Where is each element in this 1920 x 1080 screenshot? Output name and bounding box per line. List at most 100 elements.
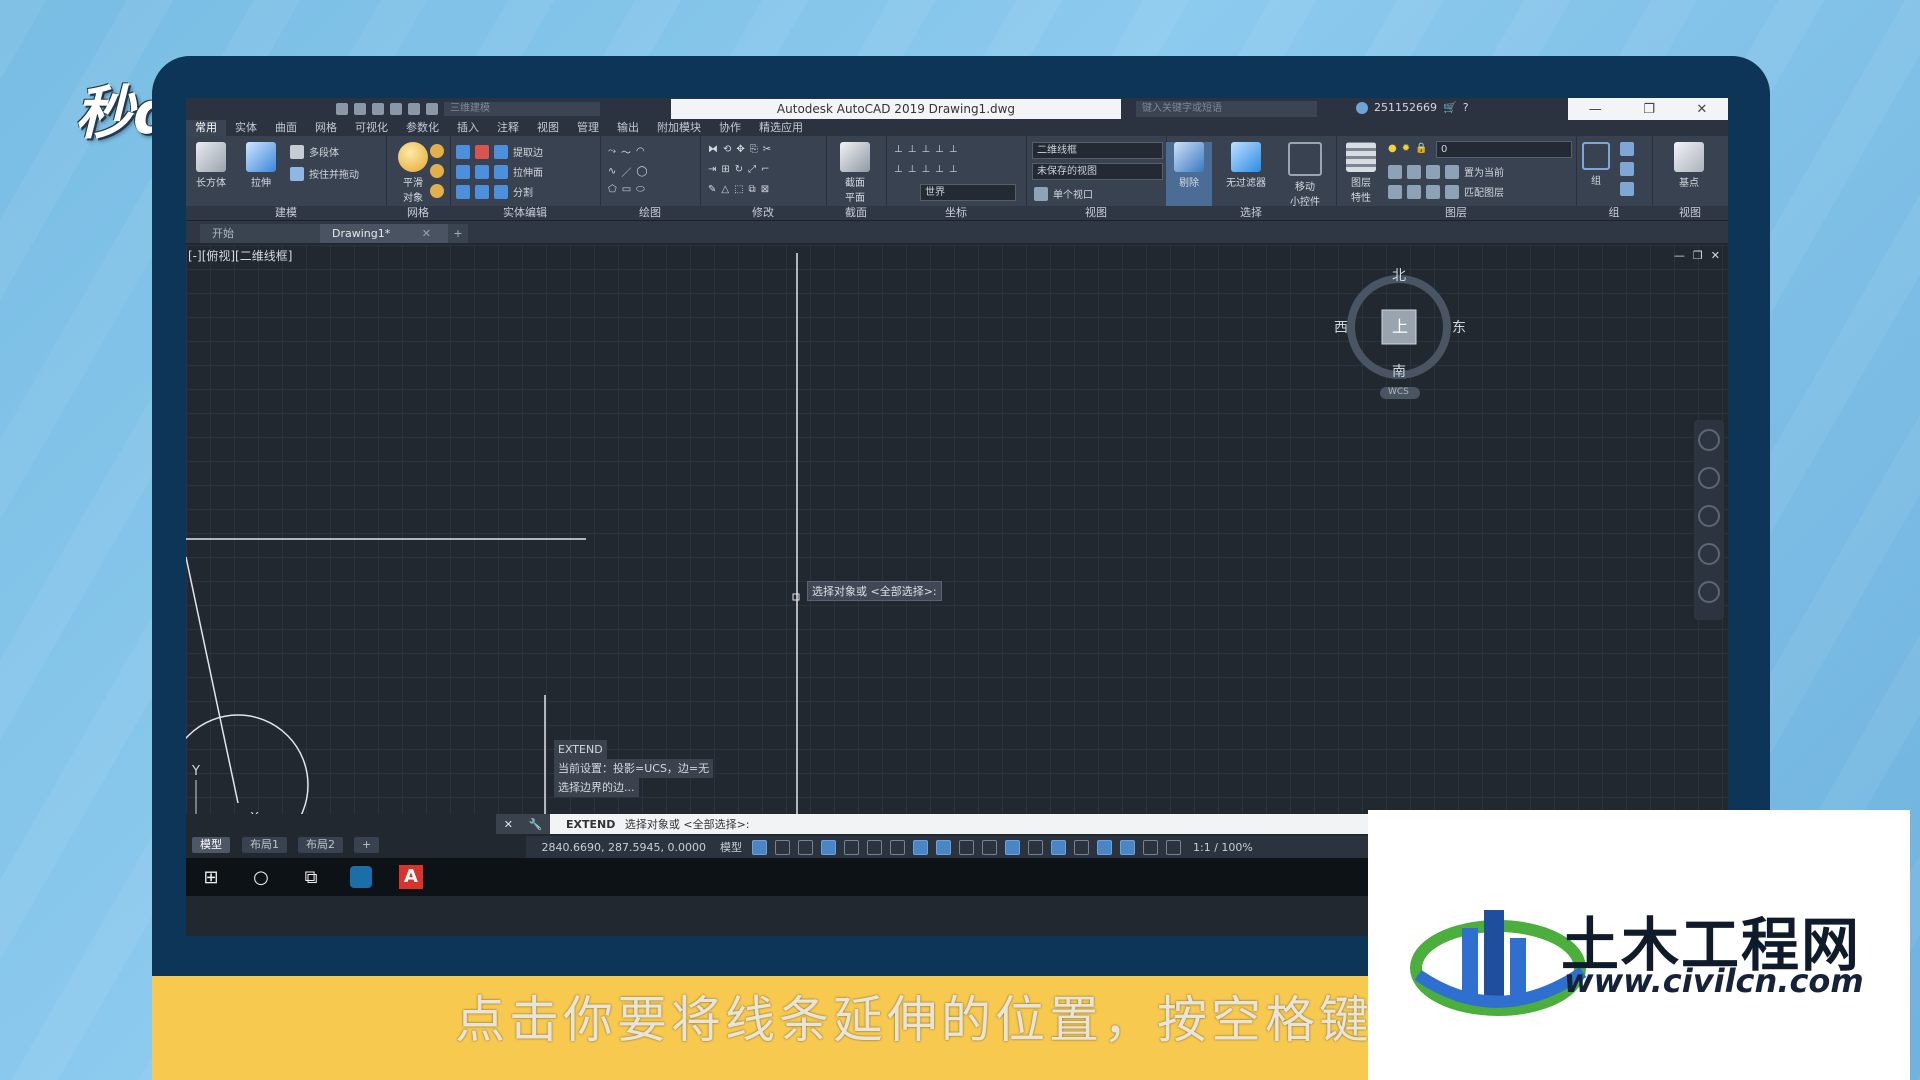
- subtract-icon[interactable]: [475, 144, 489, 159]
- wcs-menu[interactable]: WCS: [1388, 387, 1409, 397]
- close-button[interactable]: ✕: [1696, 102, 1707, 117]
- tab-close-icon[interactable]: ✕: [422, 227, 431, 240]
- layer-properties-button[interactable]: 图层 特性: [1338, 142, 1384, 204]
- viewport-config-button[interactable]: 单个视口: [1034, 186, 1093, 201]
- panel-label-section[interactable]: 截面: [826, 206, 886, 220]
- circle-icon[interactable]: ◯: [636, 166, 647, 177]
- tab-surface[interactable]: 曲面: [266, 120, 306, 136]
- ucs-world-icon[interactable]: ⊥: [908, 144, 917, 155]
- extract-edges-icon[interactable]: [494, 144, 508, 159]
- model-space-button[interactable]: 模型: [714, 839, 748, 855]
- tab-home[interactable]: 常用: [186, 120, 226, 136]
- gear-icon[interactable]: [426, 103, 438, 115]
- tab-insert[interactable]: 插入: [448, 120, 488, 136]
- ucs-z-icon[interactable]: ⊥: [921, 164, 930, 175]
- annotation-scale-value[interactable]: 1:1 / 100%: [1185, 841, 1253, 854]
- cull-button[interactable]: 剔除: [1166, 142, 1212, 206]
- panel-label-draw[interactable]: 绘图: [600, 206, 700, 220]
- layer-tool-2-icon[interactable]: [1407, 164, 1421, 179]
- ucs-y-icon[interactable]: ⊥: [908, 164, 917, 175]
- ungroup-icon[interactable]: [1620, 142, 1634, 156]
- windows-start-icon[interactable]: ⊞: [186, 858, 236, 896]
- visual-style-dropdown[interactable]: 二维线框: [1032, 142, 1163, 159]
- panel-label-mesh[interactable]: 网格: [386, 206, 450, 220]
- compass-west[interactable]: 西: [1334, 317, 1348, 337]
- rectangle-icon[interactable]: ▭: [622, 184, 631, 195]
- snap-icon[interactable]: [775, 839, 790, 855]
- tab-addins[interactable]: 附加模块: [648, 120, 710, 136]
- dynamic-input-icon[interactable]: [821, 839, 836, 855]
- base-point-button[interactable]: 基点: [1666, 142, 1712, 189]
- layer-tool-4-icon[interactable]: [1388, 184, 1402, 199]
- polyline-icon[interactable]: ⤳: [608, 146, 616, 157]
- print-icon[interactable]: [372, 103, 384, 115]
- help-icon[interactable]: ?: [1463, 101, 1469, 114]
- selection-filter-icon[interactable]: [1074, 839, 1089, 855]
- compass-north[interactable]: 北: [1392, 265, 1406, 285]
- panel-label-groups[interactable]: 组: [1576, 206, 1652, 220]
- orbit-icon[interactable]: [1698, 543, 1720, 565]
- thicken-icon[interactable]: [475, 184, 489, 199]
- close-icon[interactable]: ✕: [504, 818, 513, 831]
- 3d-osnap-icon[interactable]: [1028, 839, 1043, 855]
- group-select-icon[interactable]: [1620, 182, 1634, 196]
- tab-drawing1[interactable]: Drawing1* ✕: [320, 224, 452, 243]
- ucs-3point-icon[interactable]: ⊥: [935, 164, 944, 175]
- steering-wheel-icon[interactable]: [1698, 429, 1720, 451]
- mirror-icon[interactable]: ⧓: [708, 144, 718, 155]
- dynamic-ucs-icon[interactable]: [1051, 839, 1066, 855]
- add-layout-button[interactable]: +: [354, 837, 380, 853]
- ucs-origin-icon[interactable]: ⊥: [921, 144, 930, 155]
- move-icon[interactable]: ✥: [736, 144, 744, 155]
- layer-tool-5-icon[interactable]: [1407, 184, 1421, 199]
- tab-featured-apps[interactable]: 精选应用: [750, 120, 812, 136]
- tab-layout2[interactable]: 布局2: [298, 837, 343, 853]
- annotation-visibility-icon[interactable]: [1120, 839, 1135, 855]
- pan-icon[interactable]: [1698, 467, 1720, 489]
- stretch-icon[interactable]: ⬚: [734, 184, 743, 195]
- object-snap-icon[interactable]: [936, 839, 951, 855]
- move-gizmo-button[interactable]: 移动 小控件: [1278, 142, 1332, 208]
- mesh-refine-icon[interactable]: [430, 164, 444, 178]
- tab-collaborate[interactable]: 协作: [710, 120, 750, 136]
- drawing-viewport[interactable]: [-][俯视][二维线框] — ❐ ✕ Y X 选择对象或 <全部选择>:: [186, 245, 1728, 814]
- redo-icon[interactable]: [408, 103, 420, 115]
- ucs-x-icon[interactable]: ⊥: [894, 164, 903, 175]
- no-filter-button[interactable]: 无过滤器: [1218, 142, 1274, 189]
- ellipse-icon[interactable]: ⬭: [636, 184, 645, 195]
- group-edit-icon[interactable]: [1620, 162, 1634, 176]
- tab-solid[interactable]: 实体: [226, 120, 266, 136]
- box-button[interactable]: 长方体: [188, 142, 234, 189]
- panel-label-modify[interactable]: 修改: [700, 206, 826, 220]
- tab-view[interactable]: 视图: [528, 120, 568, 136]
- ucs-icon[interactable]: ⊥: [894, 144, 903, 155]
- rotate3d-icon[interactable]: ⟲: [723, 144, 731, 155]
- trim-icon[interactable]: ✂: [763, 144, 771, 155]
- user-account[interactable]: 251152669 🛒 ?: [1356, 101, 1469, 114]
- tab-layout1[interactable]: 布局1: [242, 837, 287, 853]
- save-icon[interactable]: [354, 103, 366, 115]
- compass-south[interactable]: 南: [1392, 361, 1406, 381]
- copy-icon[interactable]: ⎘: [750, 144, 758, 155]
- polysolid-button[interactable]: 多段体: [290, 144, 339, 159]
- extrude-faces-icon[interactable]: [494, 164, 508, 179]
- ucs-view-icon[interactable]: ⊥: [949, 144, 958, 155]
- auto-scale-icon[interactable]: [1143, 839, 1158, 855]
- arc-icon[interactable]: ◠: [636, 146, 645, 157]
- layer-tool-3-icon[interactable]: [1426, 164, 1440, 179]
- open-icon[interactable]: [336, 103, 348, 115]
- isodraft-icon[interactable]: [890, 839, 905, 855]
- new-tab-button[interactable]: +: [448, 224, 468, 243]
- panel-label-view2[interactable]: 视图: [1652, 206, 1728, 220]
- ucs-object-icon[interactable]: ⊥: [949, 164, 958, 175]
- lineweight-icon[interactable]: [959, 839, 974, 855]
- separate-icon[interactable]: [494, 184, 508, 199]
- polygon-icon[interactable]: ⬠: [608, 184, 617, 195]
- compass-east[interactable]: 东: [1452, 317, 1466, 337]
- panel-label-layers[interactable]: 图层: [1336, 206, 1576, 220]
- selection-cycling-icon[interactable]: [1005, 839, 1020, 855]
- annotation-scale-icon[interactable]: [1166, 839, 1181, 855]
- erase-icon[interactable]: ✎: [708, 184, 716, 195]
- explode-icon[interactable]: ⊠: [761, 184, 769, 195]
- set-current-button[interactable]: 置为当前: [1464, 164, 1504, 179]
